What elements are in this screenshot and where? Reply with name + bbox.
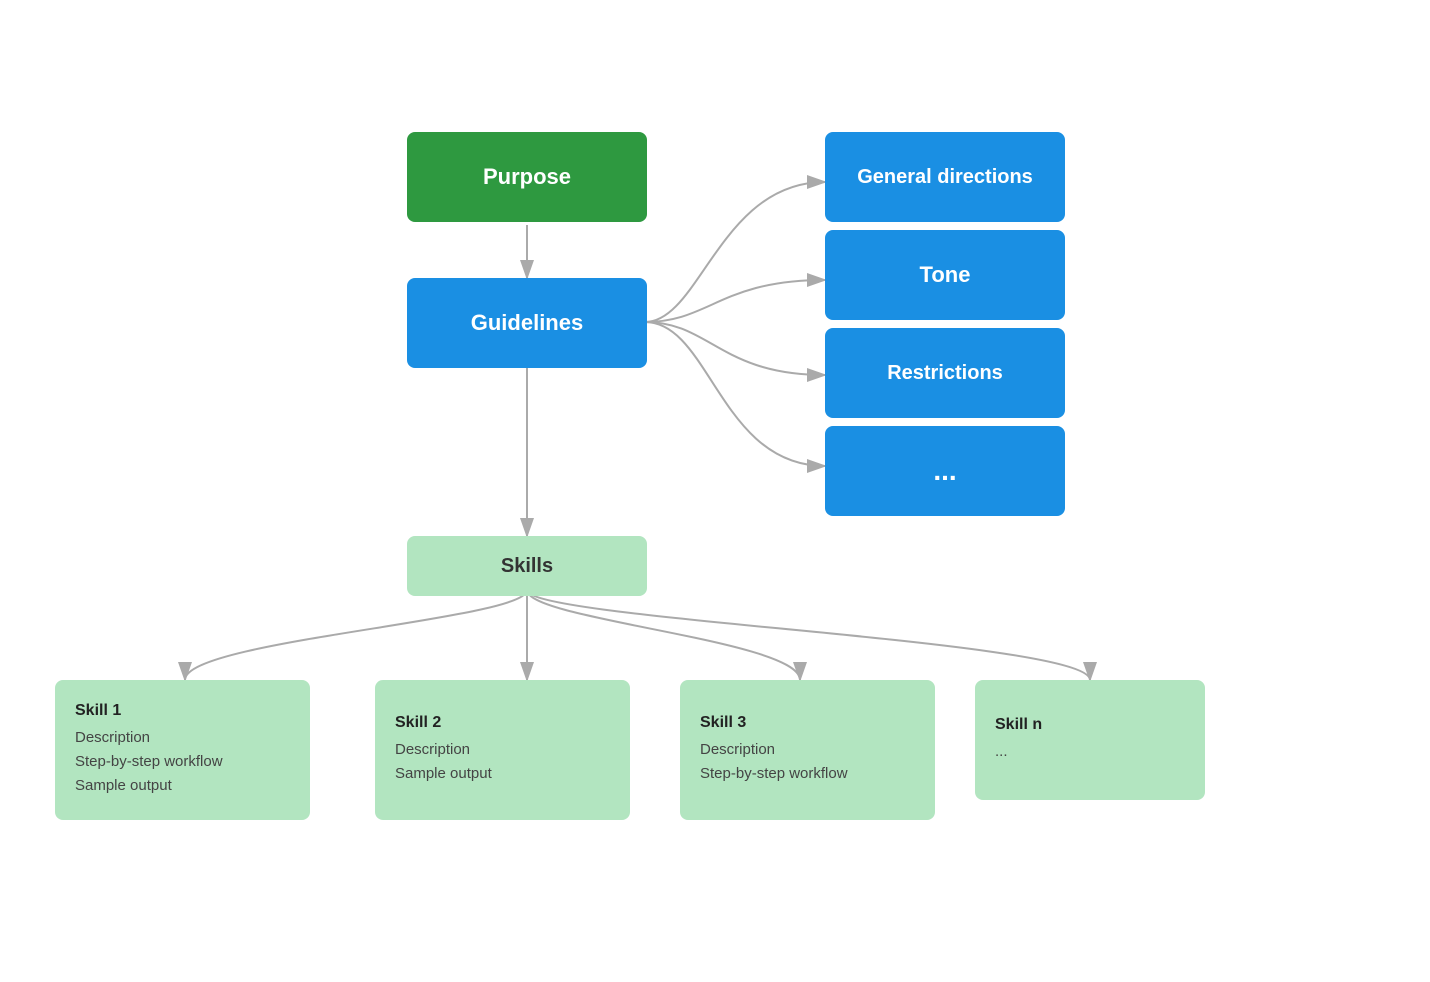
purpose-label: Purpose xyxy=(483,164,571,190)
restrictions-label: Restrictions xyxy=(887,362,1003,385)
skill1-title: Skill 1 xyxy=(75,702,121,720)
skills-label: Skills xyxy=(501,555,553,578)
general-directions-node: General directions xyxy=(825,132,1065,222)
skill1-node: Skill 1 Description Step-by-step workflo… xyxy=(55,680,310,820)
purpose-node: Purpose xyxy=(407,132,647,222)
skill3-line1: Description xyxy=(700,738,775,762)
skill1-line1: Description xyxy=(75,726,150,750)
skill3-line2: Step-by-step workflow xyxy=(700,762,848,786)
diagram: Purpose Guidelines General directions To… xyxy=(0,0,1430,982)
skill1-line2: Step-by-step workflow xyxy=(75,750,223,774)
skill3-title: Skill 3 xyxy=(700,714,746,732)
general-directions-label: General directions xyxy=(857,166,1033,189)
skill2-title: Skill 2 xyxy=(395,714,441,732)
ellipsis-guidelines-node: ... xyxy=(825,426,1065,516)
ellipsis-guidelines-label: ... xyxy=(933,455,956,487)
skills-node: Skills xyxy=(407,536,647,596)
guidelines-node: Guidelines xyxy=(407,278,647,368)
tone-label: Tone xyxy=(920,262,971,288)
skill3-node: Skill 3 Description Step-by-step workflo… xyxy=(680,680,935,820)
guidelines-label: Guidelines xyxy=(471,310,583,336)
skilln-title: Skill n xyxy=(995,716,1042,734)
skill2-line1: Description xyxy=(395,738,470,762)
connectors-svg xyxy=(0,0,1430,982)
skilln-line1: ... xyxy=(995,740,1008,764)
skill1-line3: Sample output xyxy=(75,774,172,798)
restrictions-node: Restrictions xyxy=(825,328,1065,418)
skill2-line2: Sample output xyxy=(395,762,492,786)
tone-node: Tone xyxy=(825,230,1065,320)
skill2-node: Skill 2 Description Sample output xyxy=(375,680,630,820)
skilln-node: Skill n ... xyxy=(975,680,1205,800)
